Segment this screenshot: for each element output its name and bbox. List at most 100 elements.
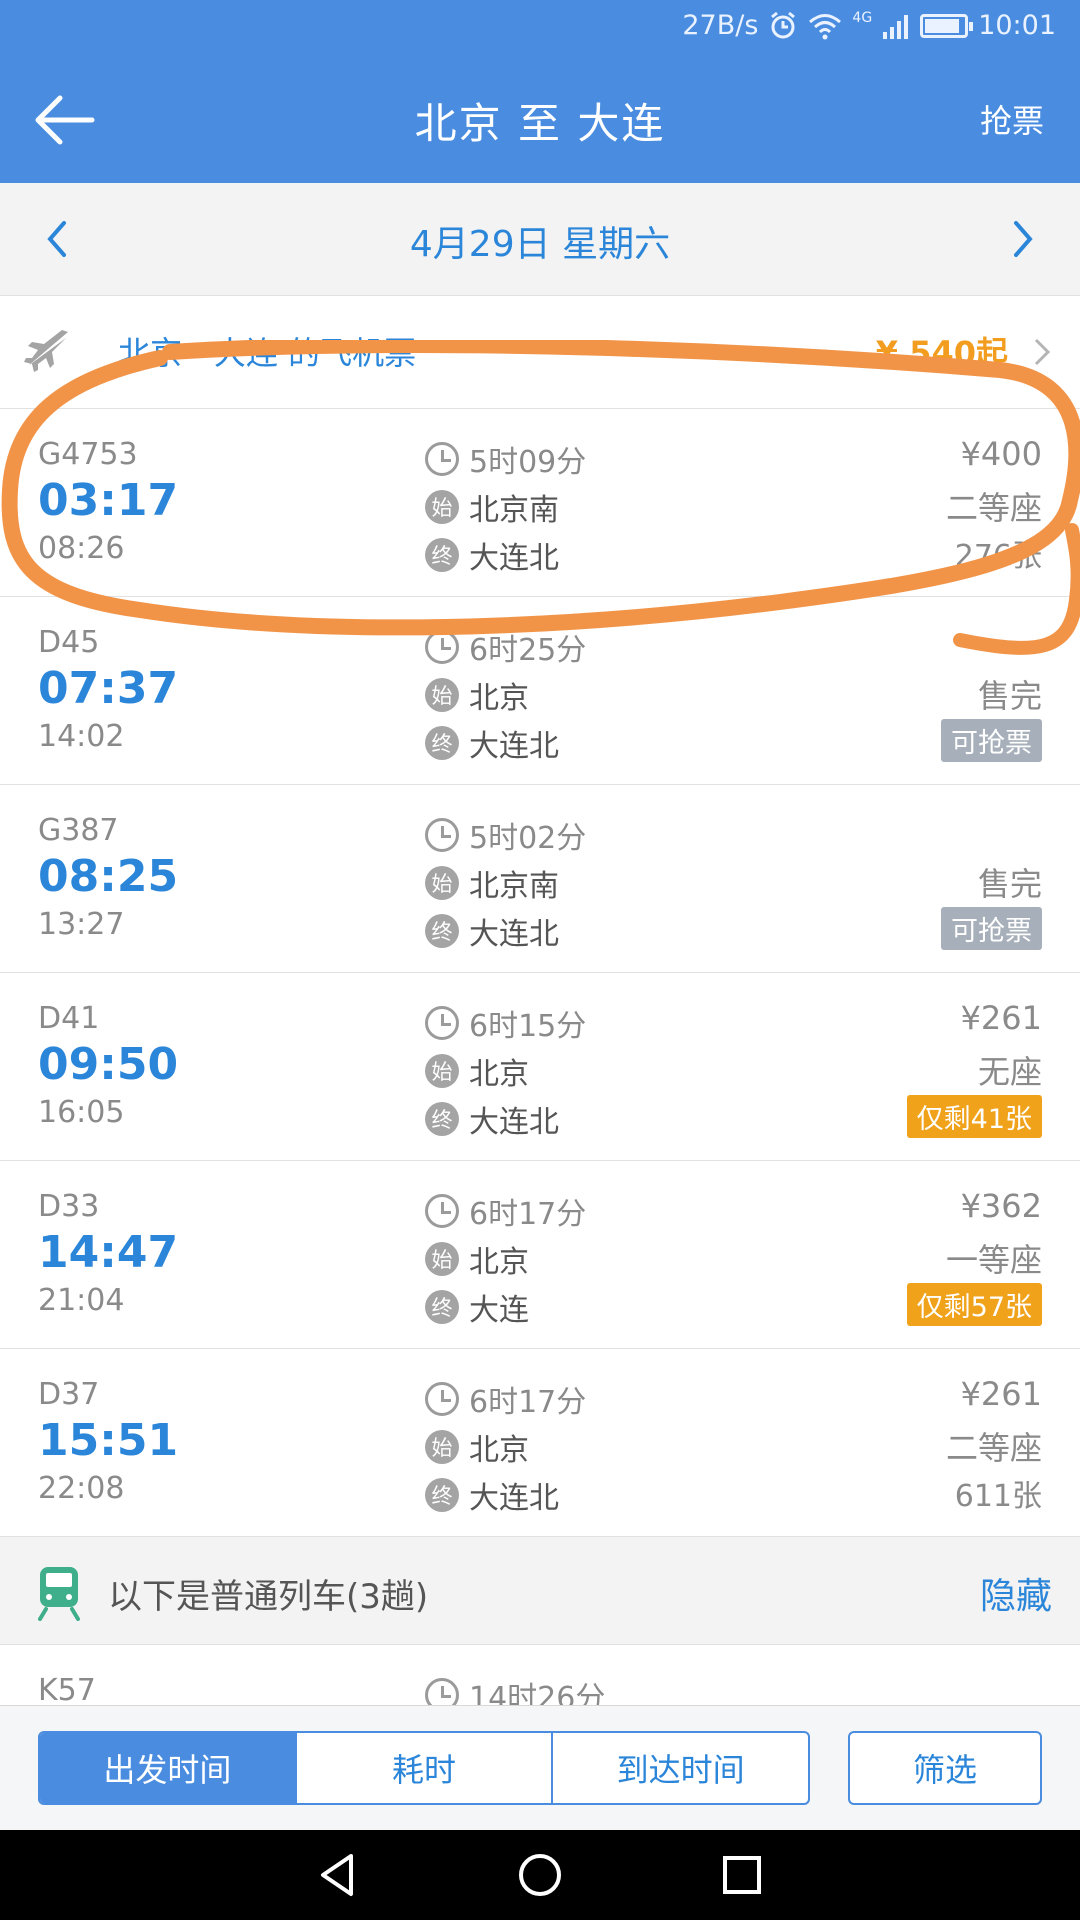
train-list: G4753 03:17 08:26 5时09分 始北京南 终大连北 ¥400 二… [0,409,1080,1537]
clock-icon [425,1194,459,1228]
ticket-price: ¥261 [960,999,1042,1037]
clock-icon [425,1678,459,1705]
flight-promo-row[interactable]: 北京 - 大连 的飞机票 ¥ 540起 [0,296,1080,409]
end-station-icon: 终 [425,1478,459,1512]
clock-icon [425,442,459,476]
clock-icon [425,1382,459,1416]
nav-back-icon[interactable] [313,1850,363,1900]
seat-availability: 仅剩41张 [906,1095,1042,1138]
seat-availability: 可抢票 [941,907,1042,950]
sort-duration-tab[interactable]: 耗时 [297,1733,554,1803]
end-station-icon: 终 [425,538,459,572]
sort-departure-tab[interactable]: 出发时间 [40,1733,297,1803]
train-number: D33 [38,1189,100,1224]
regular-trains-section: 以下是普通列车(3趟) 隐藏 [0,1537,1080,1645]
status-bar-right: 27B/s 4G 10:01 [682,10,1056,41]
start-station-icon: 始 [425,1430,459,1464]
start-station-icon: 始 [425,1242,459,1276]
start-station: 北京南 [469,869,559,904]
start-station: 北京 [469,1057,529,1092]
date-bar: 4月29日 星期六 [0,183,1080,296]
system-nav-bar [0,1830,1080,1920]
start-station-icon: 始 [425,1054,459,1088]
end-station: 大连北 [469,729,559,764]
start-station: 北京 [469,1245,529,1280]
arrival-time: 16:05 [38,1095,125,1130]
route-info: 14时26分 [425,1673,605,1705]
hide-button[interactable]: 隐藏 [980,1567,1052,1619]
battery-icon [920,13,974,38]
alarm-icon [771,11,796,38]
seat-class: 售完 [977,677,1042,715]
flight-price: ¥ 540起 [875,334,1008,372]
selected-date[interactable]: 4月29日 星期六 [0,215,1080,267]
remaining-tag: 仅剩57张 [906,1283,1042,1326]
arrival-time: 13:27 [38,907,125,942]
section-label: 以下是普通列车(3趟) [108,1577,429,1617]
sort-arrival-tab[interactable]: 到达时间 [553,1733,808,1803]
page-title: 北京 至 大连 [414,99,666,148]
nav-home-icon[interactable] [515,1850,565,1900]
train-number: D37 [38,1377,100,1412]
seat-class: 售完 [977,865,1042,903]
ticket-price: ¥362 [960,1187,1042,1225]
train-row[interactable]: D45 07:37 14:02 6时25分 始北京 终大连北 售完 可抢票 [0,597,1080,785]
clock-icon [425,1006,459,1040]
start-station-icon: 始 [425,490,459,524]
clock-icon [425,818,459,852]
end-station: 大连北 [469,917,559,952]
ticket-price: ¥400 [960,435,1042,473]
train-number: G4753 [38,437,138,472]
end-station: 大连 [469,1293,529,1328]
seat-class: 二等座 [945,489,1042,527]
end-station: 大连北 [469,1481,559,1516]
network-speed: 27B/s [682,10,759,41]
train-row[interactable]: D41 09:50 16:05 6时15分 始北京 终大连北 ¥261 无座 仅… [0,973,1080,1161]
train-row[interactable]: D33 14:47 21:04 6时17分 始北京 终大连 ¥362 一等座 仅… [0,1161,1080,1349]
seat-class: 二等座 [945,1429,1042,1467]
arrival-time: 22:08 [38,1471,125,1506]
duration: 6时15分 [469,1009,587,1044]
seat-availability: 仅剩57张 [906,1283,1042,1326]
end-station: 大连北 [469,541,559,576]
duration: 14时26分 [469,1681,606,1705]
end-station-icon: 终 [425,914,459,948]
departure-time: 08:25 [38,851,179,902]
grab-ticket-tag[interactable]: 可抢票 [941,719,1042,762]
end-station-icon: 终 [425,726,459,760]
arrival-time: 08:26 [38,531,125,566]
sort-bar: 出发时间 耗时 到达时间 筛选 [0,1705,1080,1830]
duration: 6时17分 [469,1385,587,1420]
end-station: 大连北 [469,1105,559,1140]
status-time: 10:01 [978,10,1056,41]
signal-icon [883,14,909,39]
chevron-right-icon [1034,338,1051,366]
app-bar: 北京 至 大连 抢票 [0,60,1080,183]
filter-button[interactable]: 筛选 [848,1731,1042,1805]
airplane-icon [24,330,68,372]
duration: 6时25分 [469,633,587,668]
seat-class: 一等座 [945,1241,1042,1279]
train-row-partial[interactable]: K57 14时26分 [0,1645,1080,1705]
status-bar: 27B/s 4G 10:01 [0,0,1080,60]
grab-ticket-button[interactable]: 抢票 [980,96,1044,142]
start-station: 北京 [469,1433,529,1468]
start-station-icon: 始 [425,866,459,900]
departure-time: 09:50 [38,1039,179,1090]
remaining-tag: 仅剩41张 [906,1095,1042,1138]
train-number: D45 [38,625,100,660]
seat-class: 无座 [977,1053,1042,1091]
flight-label: 北京 - 大连 的飞机票 [118,334,417,372]
start-station: 北京 [469,681,529,716]
next-day-icon[interactable] [998,211,1048,267]
nav-recents-icon[interactable] [717,1850,767,1900]
arrival-time: 21:04 [38,1283,125,1318]
train-row[interactable]: G4753 03:17 08:26 5时09分 始北京南 终大连北 ¥400 二… [0,409,1080,597]
start-station-icon: 始 [425,678,459,712]
train-row[interactable]: G387 08:25 13:27 5时02分 始北京南 终大连北 售完 可抢票 [0,785,1080,973]
train-row[interactable]: D37 15:51 22:08 6时17分 始北京 终大连北 ¥261 二等座 … [0,1349,1080,1537]
duration: 6时17分 [469,1197,587,1232]
grab-ticket-tag[interactable]: 可抢票 [941,907,1042,950]
clock-icon [425,630,459,664]
network-type: 4G [852,10,873,26]
